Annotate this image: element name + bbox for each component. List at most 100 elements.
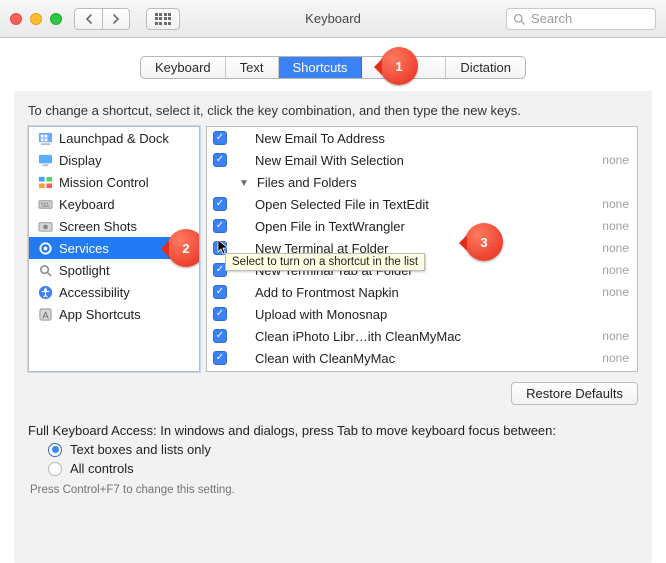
radio-button[interactable] (48, 462, 62, 476)
shortcut-value: none (602, 197, 629, 211)
callout-3: 3 (465, 223, 503, 261)
search-input[interactable]: Search (506, 8, 656, 30)
shortcut-label: New Email With Selection (235, 153, 594, 168)
shortcut-group-row[interactable]: ▼ Files and Folders (207, 171, 637, 193)
callout-1: 1 (380, 47, 418, 85)
shortcut-row[interactable]: Clean iPhoto Libr…ith CleanMyMac none (207, 325, 637, 347)
sidebar-item-label: Spotlight (59, 263, 110, 278)
shortcut-row[interactable]: New Email To Address (207, 127, 637, 149)
zoom-window-icon[interactable] (50, 13, 62, 25)
search-icon (513, 13, 525, 25)
show-all-prefs-button[interactable] (146, 8, 180, 30)
svg-text:A: A (42, 310, 49, 320)
shortcuts-pane: To change a shortcut, select it, click t… (14, 91, 652, 563)
shortcut-label: Add to Frontmost Napkin (235, 285, 594, 300)
disclosure-triangle-icon[interactable]: ▼ (239, 178, 249, 189)
chevron-right-icon (112, 14, 120, 24)
checkbox[interactable] (213, 285, 227, 299)
sidebar-item-label: Mission Control (59, 175, 149, 190)
accessibility-icon (37, 284, 53, 300)
traffic-lights (10, 13, 62, 25)
full-keyboard-access: Full Keyboard Access: In windows and dia… (28, 423, 638, 496)
tooltip: Select to turn on a shortcut in the list (225, 253, 425, 271)
restore-row: Restore Defaults (28, 382, 638, 405)
shortcut-value: none (602, 285, 629, 299)
radio-label: All controls (70, 461, 134, 476)
search-placeholder: Search (531, 11, 572, 26)
shortcut-label: Clean with CleanMyMac (235, 351, 594, 366)
callout-2: 2 (167, 229, 200, 267)
tab-control: Keyboard Text Shortcuts Input Sources Di… (140, 56, 526, 79)
shortcut-row[interactable]: Clean with CleanMyMac none (207, 347, 637, 369)
sidebar-item-label: Screen Shots (59, 219, 137, 234)
back-button[interactable] (74, 8, 102, 30)
titlebar: Keyboard Search (0, 0, 666, 38)
group-label: Files and Folders (257, 175, 629, 190)
cursor-icon (217, 239, 231, 255)
close-window-icon[interactable] (10, 13, 22, 25)
shortcut-label: Upload with Monosnap (235, 307, 629, 322)
chevron-left-icon (85, 14, 93, 24)
minimize-window-icon[interactable] (30, 13, 42, 25)
camera-icon (37, 218, 53, 234)
split-view: Launchpad & Dock Display Mission Control… (28, 126, 638, 372)
sidebar-item-label: Services (59, 241, 109, 256)
shortcut-row[interactable]: Add to Frontmost Napkin none (207, 281, 637, 303)
shortcut-label: Open Selected File in TextEdit (235, 197, 594, 212)
radio-all-controls[interactable]: All controls (48, 461, 638, 476)
keyboard-icon (37, 196, 53, 212)
grid-icon (155, 13, 172, 25)
category-sidebar[interactable]: Launchpad & Dock Display Mission Control… (28, 126, 200, 372)
forward-button[interactable] (102, 8, 130, 30)
sidebar-item-accessibility[interactable]: Accessibility (29, 281, 199, 303)
sidebar-item-display[interactable]: Display (29, 149, 199, 171)
gear-icon (37, 240, 53, 256)
app-shortcuts-icon: A (37, 306, 53, 322)
radio-button[interactable] (48, 443, 62, 457)
shortcut-value: none (602, 329, 629, 343)
instruction-text: To change a shortcut, select it, click t… (28, 103, 638, 118)
radio-label: Text boxes and lists only (70, 442, 211, 457)
sidebar-item-mission[interactable]: Mission Control (29, 171, 199, 193)
shortcut-value: none (602, 219, 629, 233)
checkbox[interactable] (213, 153, 227, 167)
spotlight-icon (37, 262, 53, 278)
checkbox[interactable] (213, 351, 227, 365)
shortcut-row[interactable]: Erase with CleanMyMac none (207, 369, 637, 372)
sidebar-item-label: Accessibility (59, 285, 130, 300)
shortcut-label: Open File in TextWrangler (235, 219, 594, 234)
shortcut-value: none (602, 351, 629, 365)
shortcut-row[interactable]: Upload with Monosnap (207, 303, 637, 325)
mission-control-icon (37, 174, 53, 190)
tab-shortcuts[interactable]: Shortcuts (279, 57, 363, 78)
checkbox[interactable] (213, 131, 227, 145)
shortcut-list[interactable]: New Email To Address New Email With Sele… (206, 126, 638, 372)
shortcut-label: Clean iPhoto Libr…ith CleanMyMac (235, 329, 594, 344)
sidebar-item-label: Keyboard (59, 197, 115, 212)
nav-back-forward (74, 8, 130, 30)
shortcut-value: none (602, 241, 629, 255)
restore-defaults-button[interactable]: Restore Defaults (511, 382, 638, 405)
kbaccess-hint: Press Control+F7 to change this setting. (30, 484, 638, 496)
checkbox[interactable] (213, 329, 227, 343)
shortcut-row[interactable]: Open Selected File in TextEdit none (207, 193, 637, 215)
sidebar-item-label: Launchpad & Dock (59, 131, 169, 146)
checkbox[interactable] (213, 219, 227, 233)
shortcut-value: none (602, 263, 629, 277)
shortcut-row[interactable]: Open File in TextWrangler none (207, 215, 637, 237)
shortcut-row[interactable]: New Email With Selection none (207, 149, 637, 171)
kbaccess-text: Full Keyboard Access: In windows and dia… (28, 423, 638, 438)
tabs-bar: Keyboard Text Shortcuts Input Sources Di… (0, 38, 666, 79)
sidebar-item-label: App Shortcuts (59, 307, 141, 322)
sidebar-item-appshortcuts[interactable]: A App Shortcuts (29, 303, 199, 325)
tab-dictation[interactable]: Dictation (446, 57, 525, 78)
sidebar-item-launchpad[interactable]: Launchpad & Dock (29, 127, 199, 149)
checkbox[interactable] (213, 197, 227, 211)
checkbox[interactable] (213, 307, 227, 321)
display-icon (37, 152, 53, 168)
tab-keyboard[interactable]: Keyboard (141, 57, 226, 78)
radio-text-boxes[interactable]: Text boxes and lists only (48, 442, 638, 457)
sidebar-item-keyboard[interactable]: Keyboard (29, 193, 199, 215)
shortcut-label: New Email To Address (235, 131, 629, 146)
tab-text[interactable]: Text (226, 57, 279, 78)
